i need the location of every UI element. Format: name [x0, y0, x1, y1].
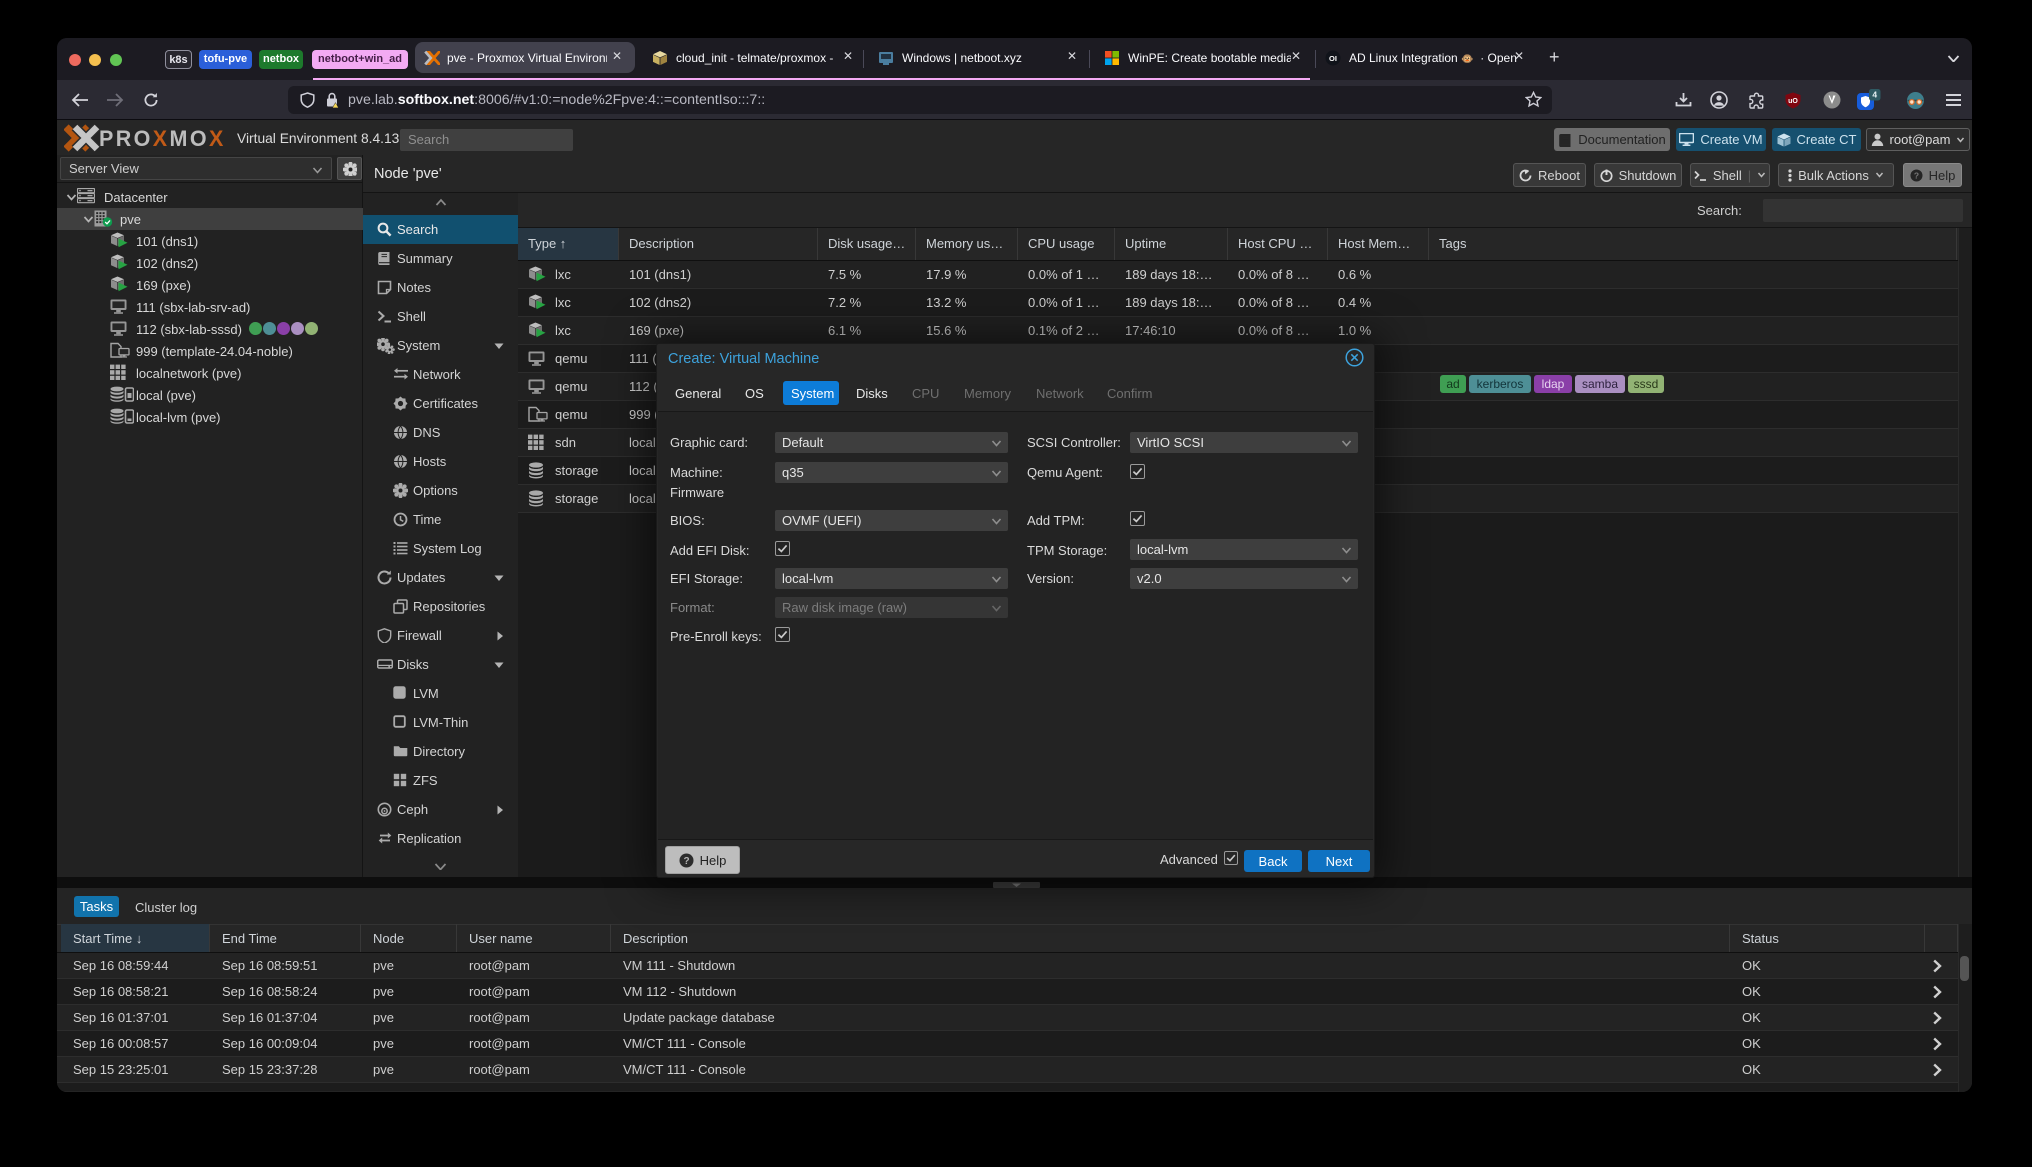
svg-text:?: ?	[683, 856, 689, 867]
svg-text:4: 4	[1872, 90, 1877, 100]
svg-text:uO: uO	[1788, 98, 1798, 105]
svg-text:OI: OI	[1329, 54, 1337, 63]
svg-text:?: ?	[1914, 170, 1919, 180]
